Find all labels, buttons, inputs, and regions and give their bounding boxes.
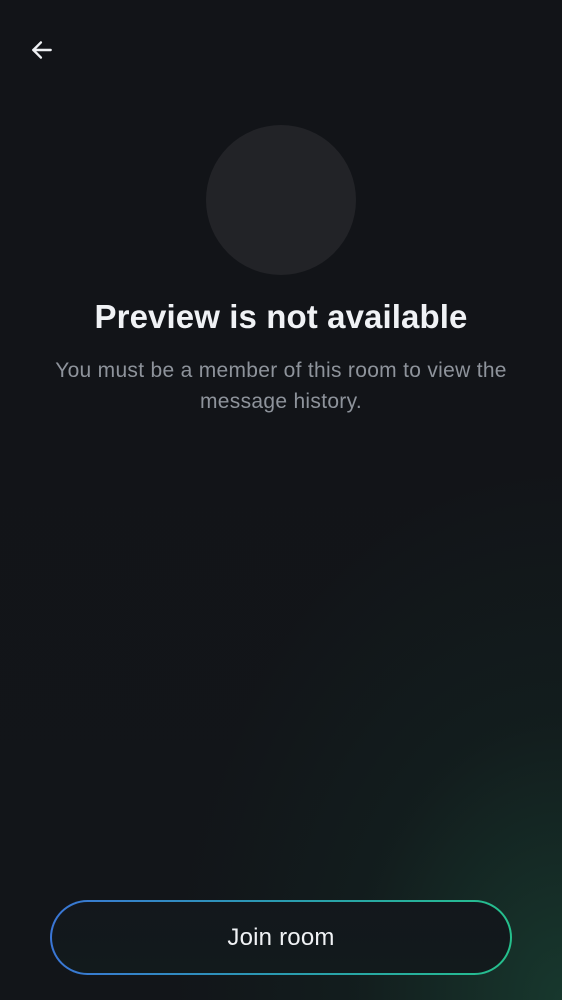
preview-message: You must be a member of this room to vie… (55, 359, 507, 413)
join-room-button[interactable]: Join room (50, 900, 512, 975)
back-button[interactable] (24, 32, 60, 68)
room-avatar (206, 125, 356, 275)
join-room-label: Join room (227, 923, 335, 951)
arrow-left-icon (32, 41, 52, 59)
page-title: Preview is not available (94, 298, 468, 335)
